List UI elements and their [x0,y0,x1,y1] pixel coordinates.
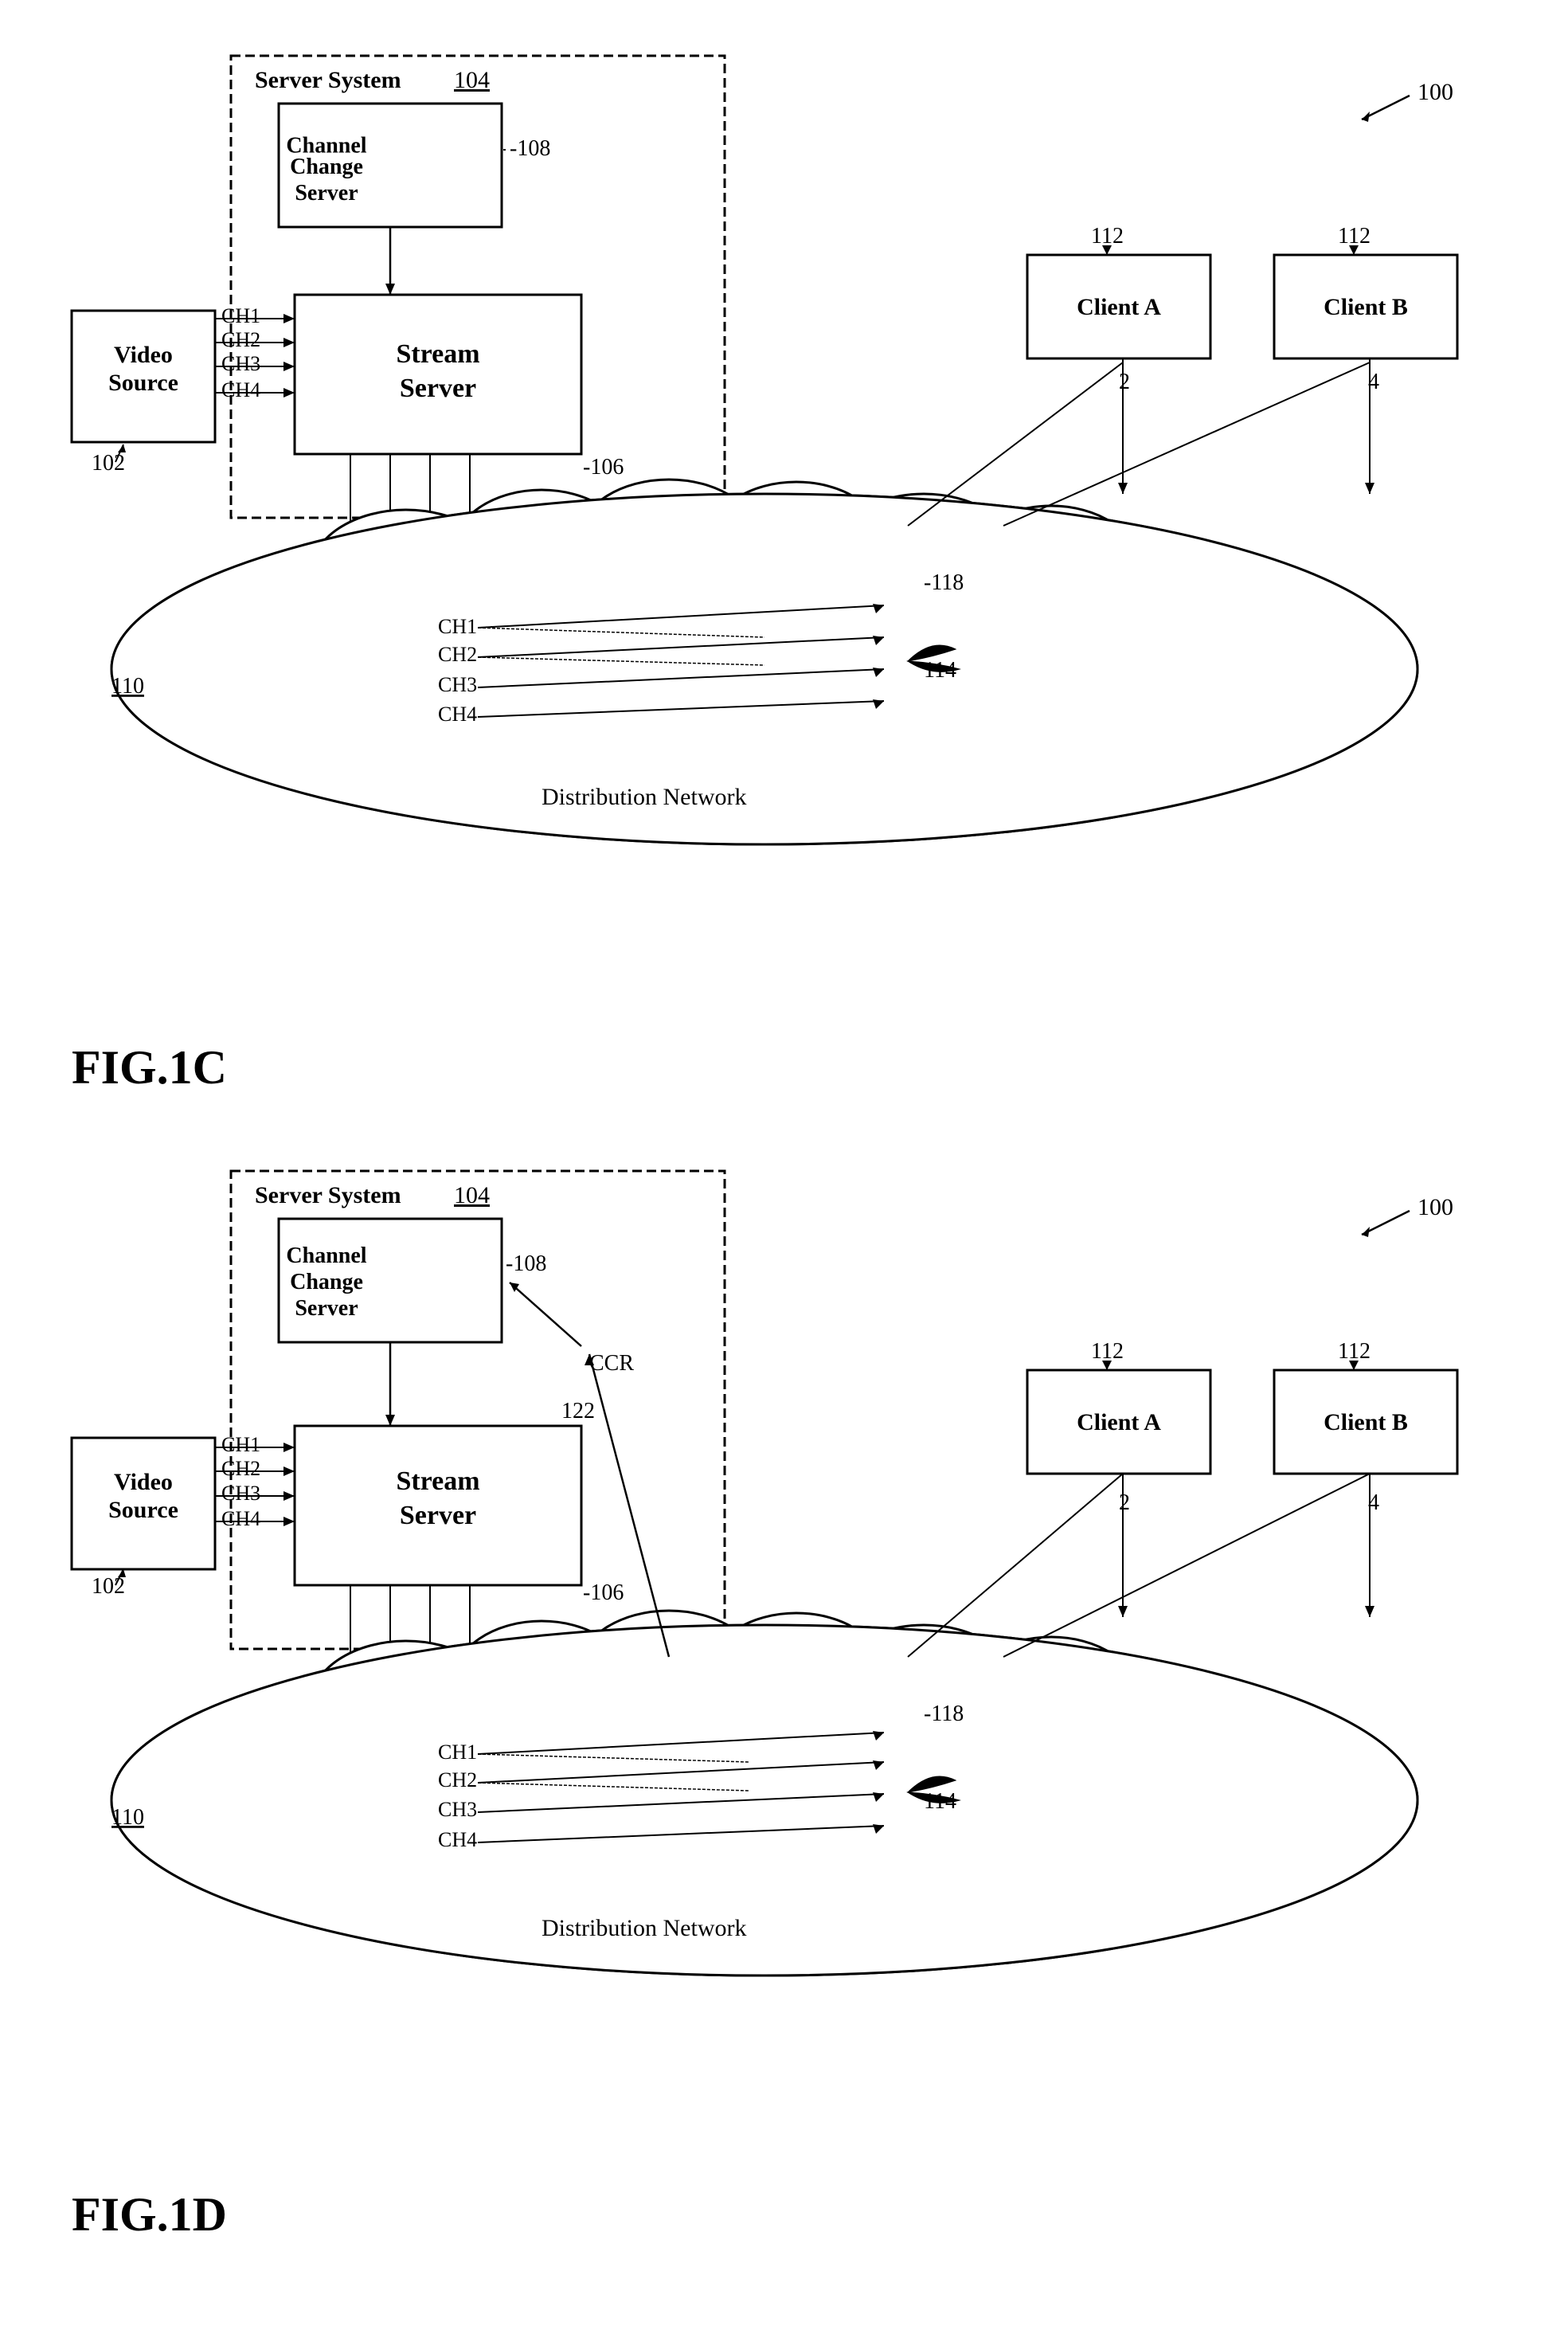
fig1c-ccs-label3: Server [295,181,358,206]
fig1d-ref122: 122 [561,1399,595,1423]
fig1d-ss-label1: Stream [396,1466,479,1496]
fig1c-cloud-ch2: CH2 [438,643,477,666]
fig1c-ch1-label: CH1 [221,304,260,327]
fig1d-section: FIG.1D 100 Server System 104 Channel Cha… [48,1147,1521,2262]
fig1c-ss-label2: Server [399,374,475,403]
fig1d-ref112a: 112 [1091,1339,1124,1364]
fig1c-svg: FIG.1C 100 Server System 104 Channel Cha… [48,32,1521,1115]
fig1d-distnet-label: Distribution Network [542,1915,746,1941]
fig1c-ref118: -118 [924,570,964,595]
fig1d-ref110: 110 [111,1805,144,1830]
fig1c-cloud-ch1: CH1 [438,615,477,638]
fig1c-ch2-label: CH2 [221,328,260,351]
fig1d-server-system-label: Server System [255,1182,401,1208]
fig1d-ref118: -118 [924,1701,964,1726]
fig1d-cloud-ch2: CH2 [438,1768,477,1791]
fig1c-server-system-label: Server System [255,67,401,93]
fig1c-cloud-ch3: CH3 [438,673,477,696]
fig1c-ss-label1: Stream [396,339,479,369]
fig1d-label: FIG.1D [72,2188,227,2241]
fig1c-ref110: 110 [111,674,144,699]
fig1c-ch3-label: CH3 [221,352,260,375]
diagram-container: FIG.1C 100 Server System 104 Channel Cha… [48,32,1521,2262]
fig1c-ccs-label2: Change [290,155,363,179]
fig1c-ref2: 2 [1119,370,1130,394]
fig1c-ref104: 104 [454,67,490,93]
page: FIG.1C 100 Server System 104 Channel Cha… [0,0,1568,2326]
fig1c-section: FIG.1C 100 Server System 104 Channel Cha… [48,32,1521,1115]
fig1d-ref108: -108 [506,1251,546,1276]
fig1c-vs-label1: Video [114,342,173,368]
fig1c-ref100: 100 [1417,79,1453,105]
fig1d-ch4-label: CH4 [221,1507,260,1530]
fig1d-ref104: 104 [454,1182,490,1208]
fig1c-distnet-label: Distribution Network [542,784,746,810]
fig1d-ss-label2: Server [399,1501,475,1530]
fig1d-clienta-label: Client A [1077,1409,1161,1435]
fig1d-ref100: 100 [1417,1194,1453,1220]
fig1d-svg: FIG.1D 100 Server System 104 Channel Cha… [48,1147,1521,2262]
fig1c-ref102: 102 [92,451,125,476]
fig1d-cloud-ch3: CH3 [438,1798,477,1821]
fig1d-vs-label1: Video [114,1469,173,1495]
fig1d-ref2: 2 [1119,1490,1130,1515]
fig1d-ch1-label: CH1 [221,1433,260,1456]
fig1c-ref106: -106 [583,455,624,480]
fig1c-clienta-label: Client A [1077,294,1161,320]
fig1d-ref112b: 112 [1338,1339,1371,1364]
fig1d-vs-label2: Source [108,1497,178,1523]
fig1d-clientb-label: Client B [1324,1409,1408,1435]
fig1c-cloud [111,480,1417,844]
fig1c-ch4-label: CH4 [221,378,260,401]
fig1c-cloud-ch4: CH4 [438,703,477,726]
fig1d-ch2-label: CH2 [221,1457,260,1480]
fig1d-ch3-label: CH3 [221,1482,260,1505]
fig1c-ref112b: 112 [1338,224,1371,249]
fig1d-ccs-label1: Channel [286,1243,366,1268]
fig1d-ccr-label: CCR [589,1351,634,1376]
fig1d-ref106: -106 [583,1580,624,1605]
fig1c-ref108: -108 [510,136,550,161]
fig1c-label: FIG.1C [72,1041,227,1094]
fig1c-vs-label2: Source [108,370,178,396]
fig1d-ccs-label3: Server [295,1296,358,1321]
fig1d-ccs-label2: Change [290,1270,363,1294]
fig1d-cloud [111,1611,1417,1976]
fig1d-cloud-ch1: CH1 [438,1741,477,1764]
fig1c-ref112a: 112 [1091,224,1124,249]
fig1c-clientb-label: Client B [1324,294,1408,320]
fig1d-cloud-ch4: CH4 [438,1828,477,1851]
